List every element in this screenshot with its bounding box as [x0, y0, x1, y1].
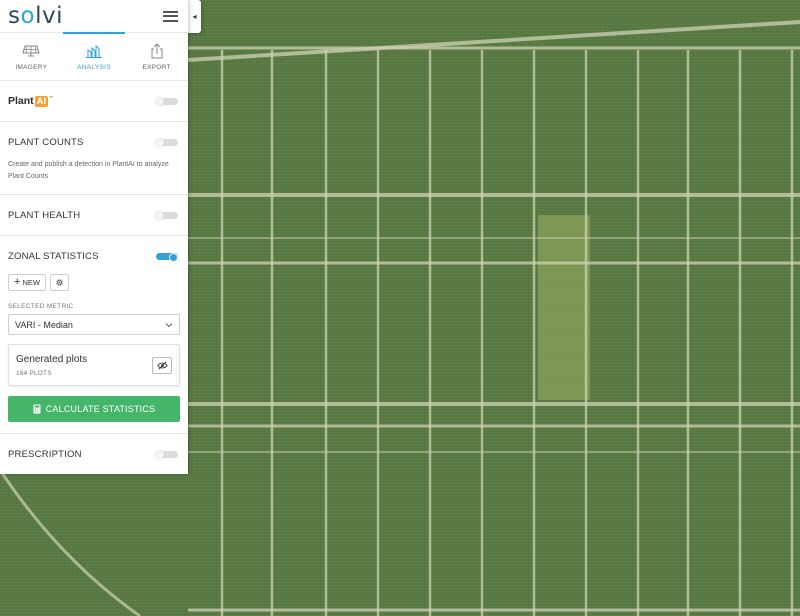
prescription-title: PRESCRIPTION: [8, 448, 82, 460]
toggle-visibility-button[interactable]: [152, 356, 172, 374]
metric-select-value: VARI - Median: [15, 319, 73, 330]
plant-health-section: PLANT HEALTH: [0, 195, 188, 236]
plus-icon: +: [14, 276, 21, 288]
plantai-name: Plant: [8, 95, 34, 107]
tab-analysis[interactable]: ANALYSIS: [62, 32, 126, 80]
prescription-section: PRESCRIPTION: [0, 434, 188, 474]
plant-counts-toggle[interactable]: [155, 137, 178, 147]
low-vigor-zone: [538, 215, 590, 400]
tab-analysis-label: ANALYSIS: [77, 63, 111, 71]
tab-imagery[interactable]: IMAGERY: [0, 33, 63, 80]
solvi-logo[interactable]: solvi: [8, 4, 63, 28]
gear-icon: [56, 279, 63, 286]
eye-slash-icon: [156, 361, 168, 369]
tab-export-label: EXPORT: [142, 63, 171, 71]
plantai-section: Plant AI ™: [0, 81, 188, 122]
menu-icon[interactable]: [163, 10, 178, 22]
settings-button[interactable]: [49, 274, 69, 291]
new-zone-button[interactable]: + NEW: [8, 274, 46, 291]
panel-header: solvi: [0, 0, 188, 33]
solar-panel-icon: [22, 45, 40, 56]
selected-metric-label: SELECTED METRIC: [8, 303, 74, 310]
plant-health-title: PLANT HEALTH: [8, 209, 81, 221]
side-panel: solvi IMAGERY ANALYSIS EXPORT Plant AI ™…: [0, 0, 188, 474]
plant-counts-section: PLANT COUNTS Create and publish a detect…: [0, 122, 188, 195]
calculate-statistics-label: CALCULATE STATISTICS: [45, 404, 156, 414]
plant-counts-title: PLANT COUNTS: [8, 136, 84, 148]
analysis-chart-icon: [86, 44, 102, 58]
new-zone-label: NEW: [22, 278, 40, 287]
field-alley-horizontal: [187, 20, 800, 62]
generated-plots-title: Generated plots: [16, 353, 88, 365]
plantai-toggle[interactable]: [155, 96, 178, 106]
prescription-toggle[interactable]: [155, 449, 178, 459]
export-share-icon: [151, 42, 163, 58]
metric-select[interactable]: VARI - Median: [8, 314, 180, 335]
plant-health-toggle[interactable]: [155, 210, 178, 220]
zonal-statistics-title: ZONAL STATISTICS: [8, 250, 99, 262]
plots-count: 164 PLOTS: [16, 369, 52, 377]
field-edge: [0, 469, 141, 616]
collapse-panel-button[interactable]: ◂: [188, 0, 201, 33]
plantai-logo: Plant AI ™: [8, 95, 53, 107]
plantai-trademark: ™: [49, 95, 54, 100]
tab-imagery-label: IMAGERY: [15, 63, 48, 71]
generated-plots-card: Generated plots 164 PLOTS: [8, 344, 180, 386]
chevron-down-icon: [165, 322, 173, 327]
calculator-icon: [33, 404, 41, 414]
zonal-statistics-toggle[interactable]: [156, 252, 178, 262]
tab-export[interactable]: EXPORT: [125, 33, 188, 80]
calculate-statistics-button[interactable]: CALCULATE STATISTICS: [8, 396, 180, 422]
plantai-badge: AI: [34, 95, 49, 107]
plant-counts-description: Create and publish a detection in PlantA…: [8, 161, 169, 180]
panel-tabs: IMAGERY ANALYSIS EXPORT: [0, 32, 188, 81]
zonal-statistics-section: ZONAL STATISTICS + NEW SELECTED METRIC V…: [0, 236, 188, 434]
